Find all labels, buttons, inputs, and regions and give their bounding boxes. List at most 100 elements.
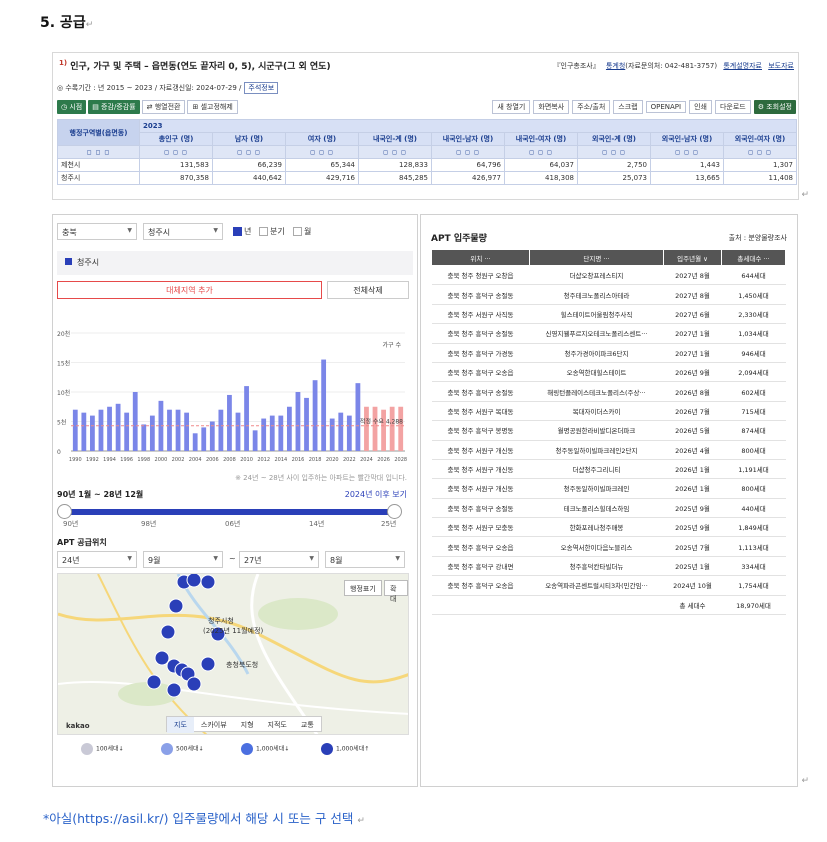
new-window-button[interactable]: 새 창열기 [492, 100, 531, 114]
admin-label-button[interactable]: 행정표기 [344, 580, 382, 596]
after-2024-link[interactable]: 2024년 이후 보기 [345, 489, 407, 500]
add-region-button[interactable]: 대체지역 추가 [57, 281, 322, 299]
col-sort-control[interactable]: ◻ ◻ ◻ [139, 145, 213, 159]
bar[interactable] [398, 406, 404, 451]
change-rate-button[interactable]: ▤ 증감/증감률 [88, 100, 140, 114]
bar[interactable] [115, 403, 121, 451]
apt-pin-icon[interactable] [186, 574, 202, 588]
scrap-button[interactable]: 스크랩 [613, 100, 643, 114]
table-row[interactable]: 충북 청주 흥덕구 오송읍 오송역한대힐스테이트 2026년 9월 2,094세대 [431, 362, 786, 383]
map-canvas[interactable] [58, 574, 409, 735]
col-header-location[interactable]: 위치 ··· [431, 249, 530, 266]
slider-start-handle[interactable] [57, 504, 72, 519]
col-sort-control[interactable]: ◻ ◻ ◻ [212, 145, 286, 159]
col-header[interactable]: 내국인-남자 (명) [431, 132, 505, 146]
quarter-checkbox[interactable]: 분기 [259, 226, 285, 237]
col-header-complex[interactable]: 단지명 ··· [529, 249, 664, 266]
openapi-button[interactable]: OPENAPI [645, 101, 687, 113]
bar[interactable] [286, 406, 292, 451]
bar[interactable] [244, 386, 249, 451]
apt-pin-icon[interactable] [154, 650, 170, 666]
address-button[interactable]: 주소/출처 [572, 100, 611, 114]
col-sort-control[interactable]: ◻ ◻ ◻ [504, 145, 578, 159]
bar[interactable] [167, 409, 172, 451]
bar[interactable] [312, 380, 318, 451]
map-type-map[interactable]: 지도 [167, 717, 194, 733]
zoom-in-button[interactable]: 확대 [384, 580, 408, 603]
bar[interactable] [107, 406, 112, 451]
col-header-households[interactable]: 총세대수 ··· [721, 249, 786, 266]
table-row[interactable]: 충북 청주 흥덕구 봉명동 월명공원한라비발디온더파크 2026년 5월 874세대 [431, 420, 786, 441]
bar[interactable] [381, 409, 386, 451]
col-header[interactable]: 내국인-계 (명) [358, 132, 432, 146]
bar[interactable] [261, 418, 267, 451]
table-row[interactable]: 충북 청주 흥덕구 송절동 해링턴플레이스테크노폴리스(주상··· 2026년 8월… [431, 381, 786, 402]
bar[interactable] [218, 409, 224, 451]
period-button[interactable]: ◷ 시점 [57, 100, 87, 114]
bar[interactable] [364, 406, 369, 451]
month-checkbox[interactable]: 월 [293, 226, 311, 237]
bar[interactable] [372, 406, 378, 451]
bar[interactable] [304, 397, 309, 451]
from-year-select[interactable]: 24년 ▼ [57, 551, 137, 568]
col-sort-control[interactable]: ◻ ◻ ◻ [577, 145, 651, 159]
map-type-traffic[interactable]: 교통 [294, 717, 321, 733]
bar[interactable] [90, 415, 95, 451]
bar[interactable] [389, 406, 395, 451]
press-link[interactable]: 보도자료 [768, 62, 794, 70]
to-month-select[interactable]: 8월 ▼ [325, 551, 405, 568]
bar[interactable] [278, 415, 284, 451]
col-sort-control[interactable]: ◻ ◻ ◻ [650, 145, 724, 159]
print-button[interactable]: 인쇄 [689, 100, 712, 114]
download-button[interactable]: 다운로드 [714, 100, 751, 114]
table-row[interactable]: 충북 청주 서원구 개신동 청주동일하이빌파크레인2단지 2026년 4월 800세대 [431, 440, 786, 460]
map-type-skyview[interactable]: 스카이뷰 [194, 717, 234, 733]
note-button[interactable]: 주석정보 [244, 82, 279, 94]
supply-map[interactable]: 청주시청 (2025년 11월예정) 충청북도청 행정표기 확대 kakao 지… [57, 573, 409, 735]
bar[interactable] [295, 392, 301, 451]
table-row[interactable]: 충북 청주 서원구 개신동 청주동일하이빌파크레인 2026년 1월 800세대 [431, 478, 786, 499]
bar[interactable] [149, 415, 155, 451]
table-row[interactable]: 충북 청주 서원구 개신동 더샵청주그리니티 2026년 1월 1,191세대 [431, 459, 786, 480]
col-header[interactable]: 내국인-여자 (명) [504, 132, 578, 146]
col-sort-control[interactable]: ◻ ◻ ◻ [431, 145, 505, 159]
col-header[interactable]: 여자 (명) [285, 132, 359, 146]
year-checkbox[interactable]: 년 [233, 226, 251, 237]
bar[interactable] [235, 412, 241, 451]
bar[interactable] [201, 427, 207, 451]
apt-pin-icon[interactable] [200, 574, 216, 590]
source-link[interactable]: 통계청 [606, 62, 625, 70]
bar[interactable] [184, 412, 190, 451]
bar[interactable] [132, 392, 138, 451]
table-row[interactable]: 충북 청주 흥덕구 송절동 신영지웰푸르지오테크노폴리스센트··· 2027년 1월… [431, 323, 786, 344]
apt-pin-icon[interactable] [160, 624, 176, 640]
apt-pin-icon[interactable] [200, 656, 216, 672]
bar[interactable] [124, 412, 130, 451]
col-sort-control[interactable]: ◻ ◻ ◻ [285, 145, 359, 159]
table-row[interactable]: 충북 청주 흥덕구 송절동 청주테크노폴리스아테라 2027년 8월 1,450세대 [431, 284, 786, 305]
bar[interactable] [269, 415, 275, 451]
table-row[interactable]: 충북 청주 청원구 오창읍 더샵오창프레스티지 2027년 8월 644세대 [431, 265, 786, 286]
transpose-button[interactable]: ⇄ 행열전환 [141, 100, 186, 114]
bar[interactable] [141, 424, 147, 451]
to-year-select[interactable]: 27년 ▼ [239, 551, 319, 568]
bar[interactable] [98, 409, 104, 451]
table-row[interactable]: 충북 청주 서원구 복대동 복대자이더스카이 2026년 7월 715세대 [431, 401, 786, 422]
col-header[interactable]: 외국인-여자 (명) [723, 132, 797, 146]
col-header[interactable]: 총인구 (명) [139, 132, 213, 146]
table-row[interactable]: 충북 청주 흥덕구 송절동 테크노폴리스힐데스하임 2025년 9월 440세대 [431, 498, 786, 519]
col-header-date[interactable]: 입주년월 ∨ [663, 249, 722, 266]
bar[interactable] [81, 412, 87, 451]
col-header[interactable]: 외국인-남자 (명) [650, 132, 724, 146]
period-slider-track[interactable] [63, 509, 397, 515]
bar[interactable] [355, 383, 361, 451]
bar[interactable] [175, 409, 181, 451]
bar[interactable] [346, 415, 352, 451]
unfreeze-button[interactable]: ⊞ 셀고정해제 [187, 100, 238, 114]
query-setting-button[interactable]: ⚙ 조회설정 [753, 100, 796, 114]
bar[interactable] [321, 359, 327, 451]
apt-pin-icon[interactable] [166, 682, 182, 698]
table-row[interactable]: 충북 청주 서원구 사직동 힐스테이트어울림청주사직 2027년 6월 2,330세대 [431, 304, 786, 325]
map-type-terrain[interactable]: 지형 [234, 717, 261, 733]
col-sort-control[interactable]: ◻ ◻ ◻ [358, 145, 432, 159]
